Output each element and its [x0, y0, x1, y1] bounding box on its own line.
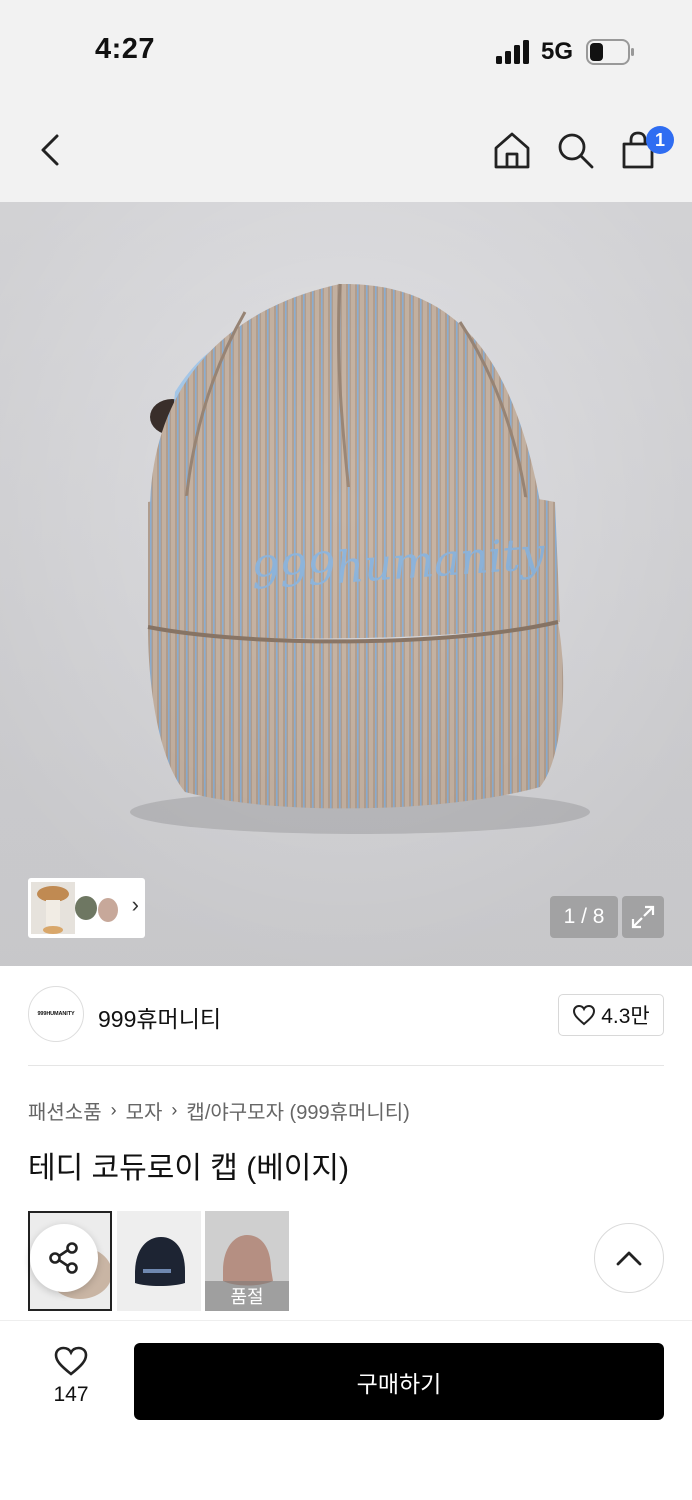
chevron-left-icon	[41, 134, 59, 166]
option-thumbnail	[117, 1211, 201, 1311]
breadcrumb-item[interactable]: 패션소품	[28, 1096, 102, 1125]
brand-logo-text: 999HUMANITY	[37, 1011, 75, 1017]
brand-like-count: 4.3만	[601, 1005, 650, 1028]
brand-name-link[interactable]: 999휴머니티	[98, 1000, 221, 1034]
heart-icon	[54, 1346, 88, 1376]
share-button[interactable]	[30, 1224, 98, 1292]
divider	[28, 1065, 664, 1066]
product-main-image: 999humanity	[0, 202, 692, 966]
product-title: 테디 코듀로이 캡 (베이지)	[28, 1152, 349, 1185]
chevron-right-icon: ›	[110, 1100, 117, 1120]
home-button[interactable]	[486, 124, 538, 176]
chevron-up-icon	[616, 1251, 642, 1266]
heart-icon	[573, 1004, 596, 1026]
brand-logo[interactable]: 999HUMANITY	[28, 986, 84, 1042]
battery-icon	[586, 39, 634, 65]
chevron-right-icon: ›	[131, 892, 139, 917]
buy-button[interactable]: 구매하기	[134, 1343, 664, 1420]
brand-row: 999HUMANITY 999휴머니티 4.3만	[28, 986, 664, 1044]
network-type: 5G	[541, 38, 574, 65]
breadcrumb-item[interactable]: 모자	[126, 1096, 163, 1125]
color-option-pink[interactable]: 품절	[205, 1211, 289, 1311]
thumbnail-preview	[31, 882, 118, 934]
image-page-counter: 1 / 8	[550, 896, 618, 938]
fullscreen-button[interactable]	[622, 896, 664, 938]
share-icon	[49, 1242, 78, 1274]
product-image-gallery[interactable]: 999humanity › 1 / 8	[0, 202, 692, 966]
expand-icon	[631, 905, 655, 929]
breadcrumb-item[interactable]: 캡/야구모자 (999휴머니티)	[186, 1096, 409, 1125]
breadcrumb: 패션소품 › 모자 › 캡/야구모자 (999휴머니티)	[28, 1096, 410, 1125]
search-button[interactable]	[549, 124, 601, 176]
wishlist-button[interactable]: 147	[40, 1345, 102, 1425]
home-icon	[494, 132, 530, 169]
status-bar: 4:27 5G	[0, 0, 692, 100]
shopping-bag-button[interactable]: 1	[612, 124, 674, 176]
thumbnail-strip-button[interactable]: ›	[28, 878, 145, 938]
sold-out-label: 품절	[205, 1281, 289, 1311]
cellular-signal-icon	[496, 40, 529, 64]
back-button[interactable]	[24, 124, 76, 176]
color-option-navy[interactable]	[117, 1211, 201, 1311]
brand-like-button[interactable]: 4.3만	[558, 994, 664, 1036]
chevron-right-icon: ›	[171, 1100, 178, 1120]
status-time: 4:27	[95, 33, 156, 65]
scroll-to-top-button[interactable]	[594, 1223, 664, 1293]
cart-count-badge: 1	[646, 126, 674, 154]
wishlist-count: 147	[53, 1383, 89, 1406]
top-navigation: 1	[0, 100, 692, 202]
bottom-action-bar: 147 구매하기	[0, 1320, 692, 1500]
search-icon	[558, 133, 594, 169]
